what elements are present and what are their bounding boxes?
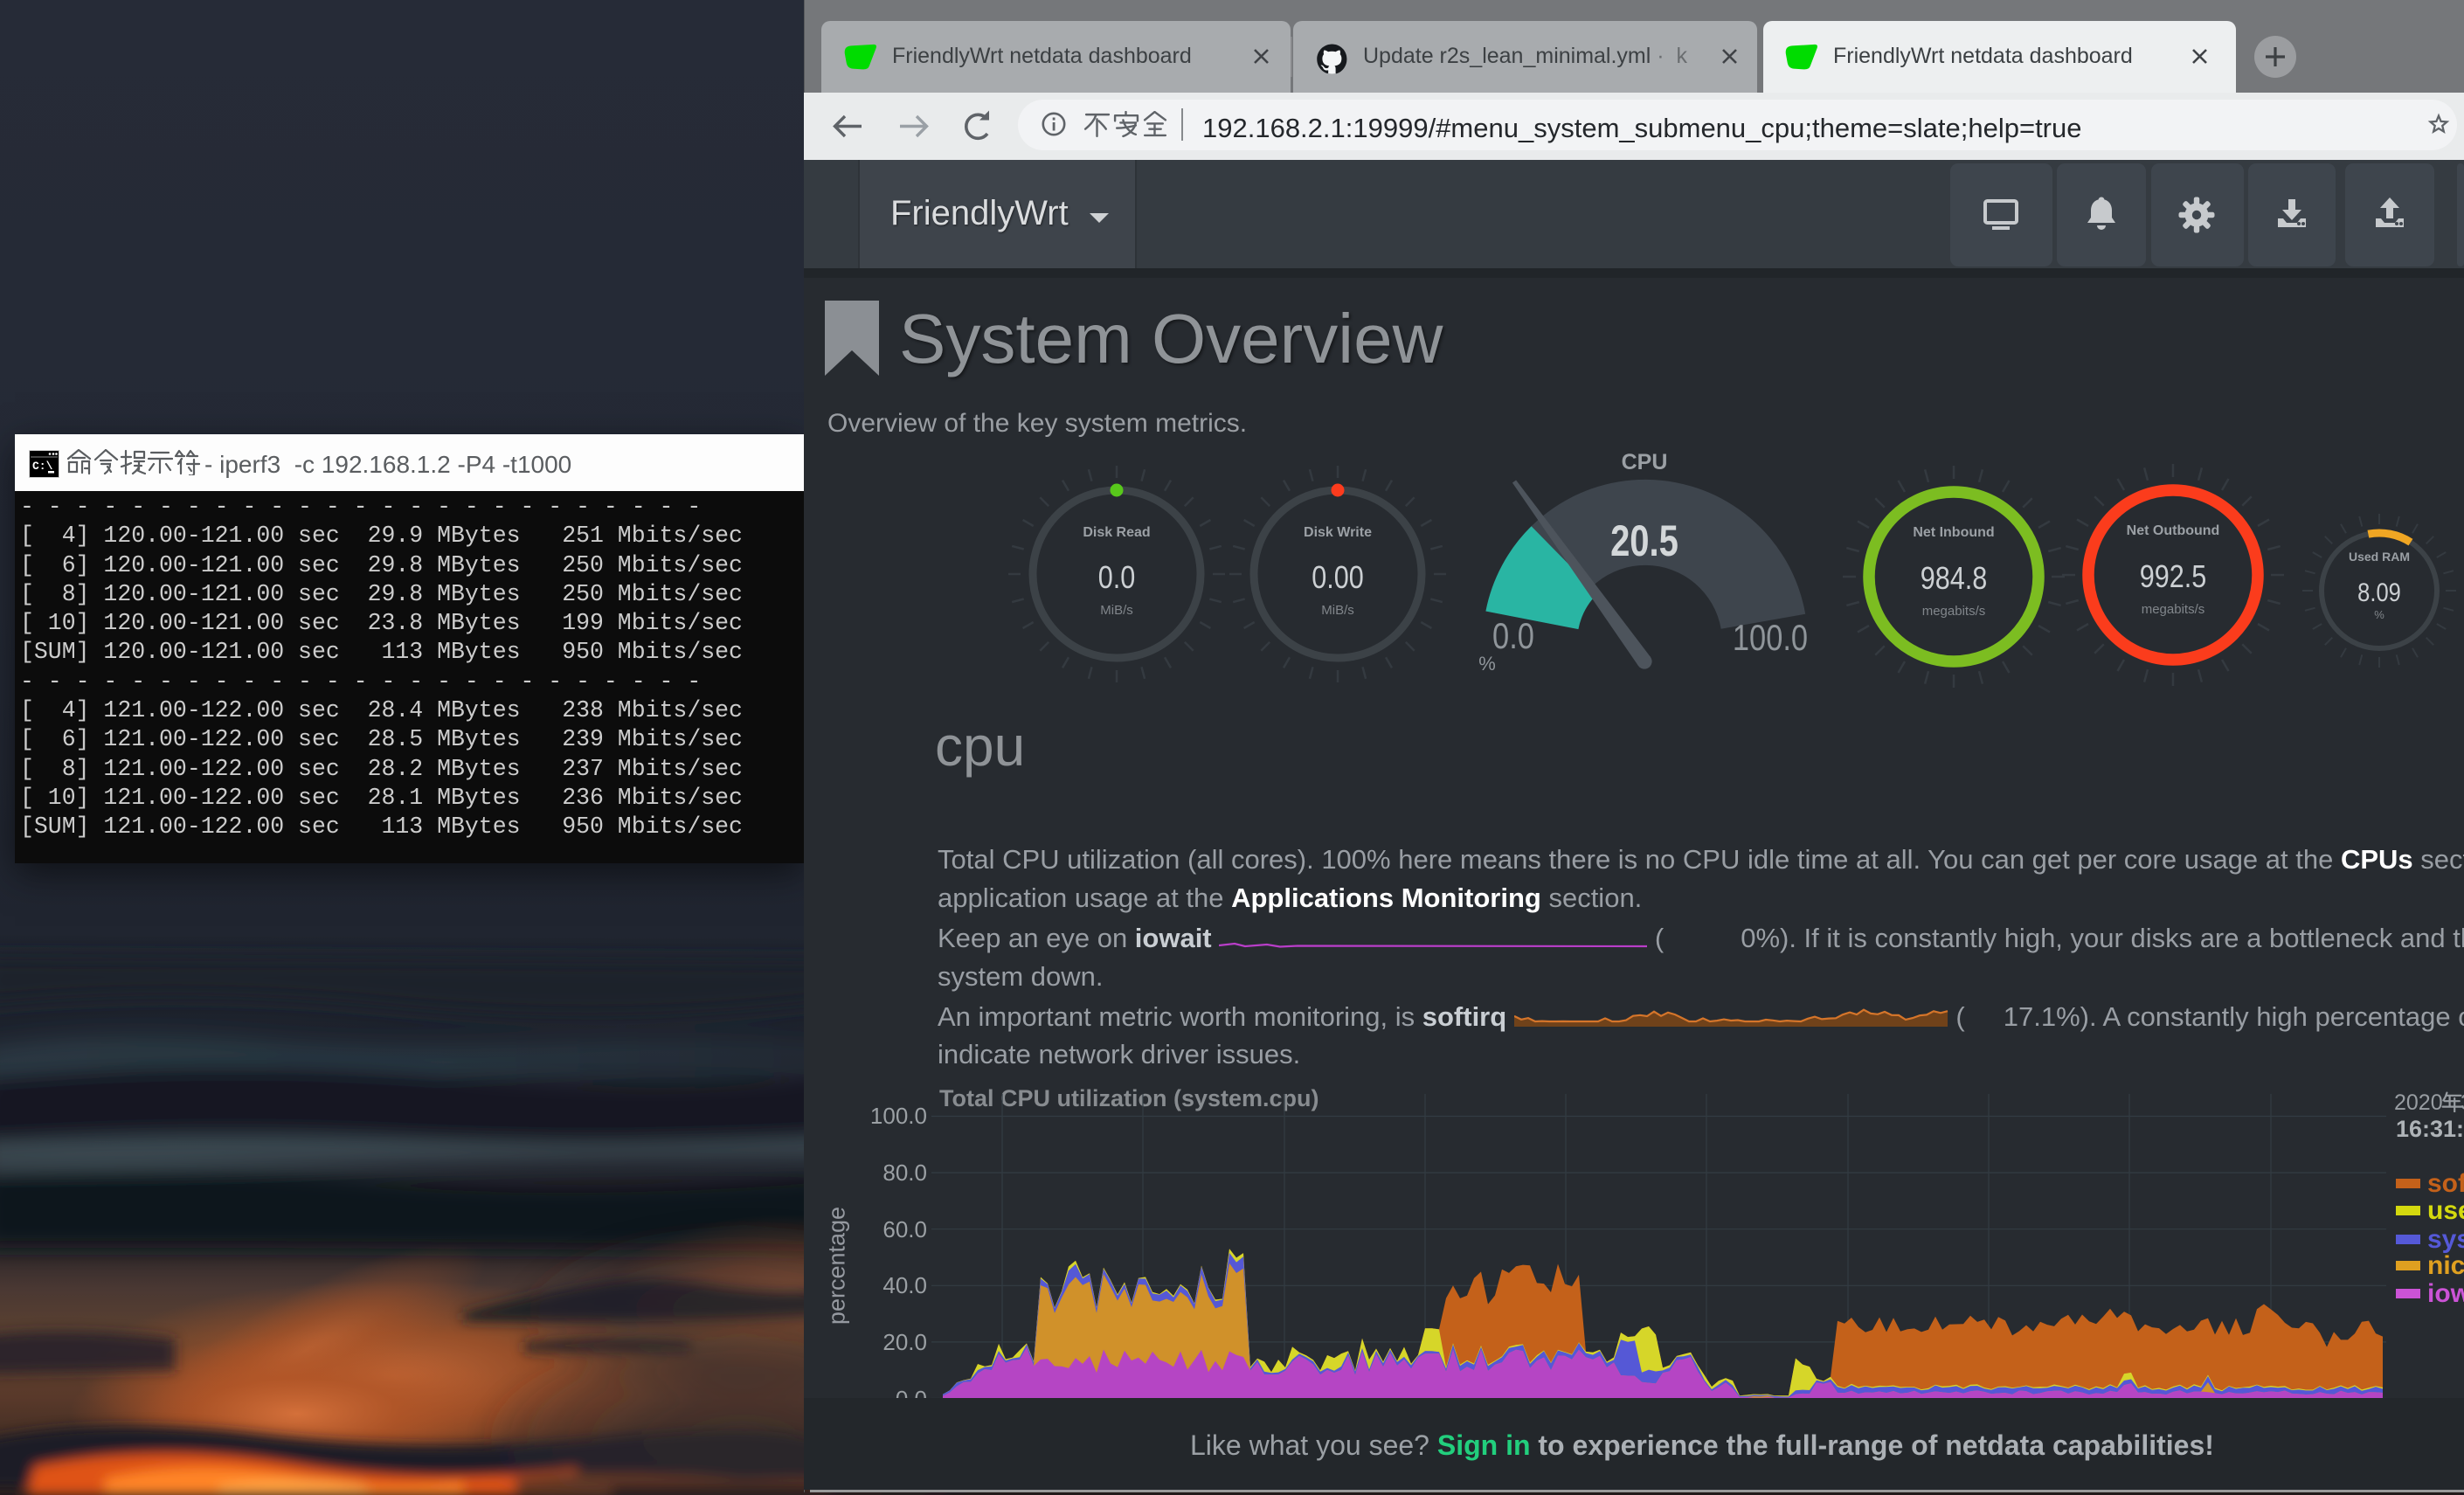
svg-text:C:\: C:\ <box>32 460 53 473</box>
